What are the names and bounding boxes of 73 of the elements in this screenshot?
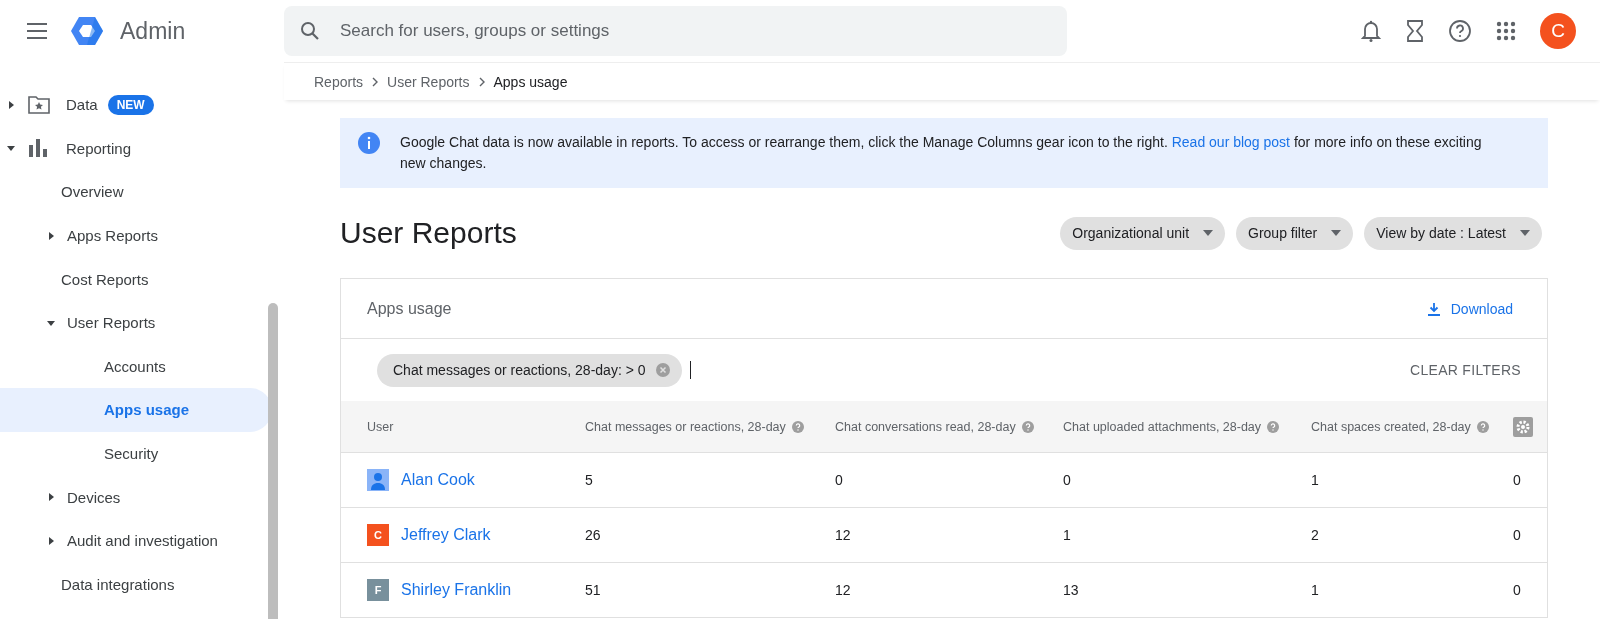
table-cell: 2 <box>1311 527 1319 543</box>
sidebar-item[interactable]: Data NEW <box>0 83 272 127</box>
folder-star-icon <box>28 95 50 114</box>
search-bar[interactable]: Search for users, groups or settings <box>284 6 1067 56</box>
banner-message: Google Chat data is now available in reports. To access or rearrange them, click the Manage Columns gear icon to the right. Read our blog post for more info on these exciting new changes. <box>400 133 1483 173</box>
search-icon <box>300 21 320 41</box>
scrollbar[interactable] <box>268 303 278 619</box>
sidebar-item[interactable]: Devices <box>0 475 272 519</box>
table-cell: 5 <box>585 472 593 488</box>
table-cell: 26 <box>585 527 601 543</box>
breadcrumb-link[interactable]: Apps usage <box>493 73 568 90</box>
column-header: Chat conversations read, 28-day <box>835 401 1063 453</box>
column-header: User <box>341 401 585 453</box>
new-badge: NEW <box>107 94 154 115</box>
column-header: Chat uploaded attachments, 28-day <box>1063 401 1311 453</box>
breadcrumb-link[interactable]: User Reports <box>387 73 470 90</box>
info-icon <box>358 132 380 154</box>
table-cell: 0 <box>1513 582 1521 598</box>
table-cell: 12 <box>835 582 851 598</box>
user-avatar: F <box>367 579 389 601</box>
download-icon <box>1426 301 1441 316</box>
sidebar-item[interactable]: Security <box>0 431 272 476</box>
sidebar-item[interactable]: Audit and investigation <box>0 518 272 563</box>
sidebar-item[interactable]: User Reports <box>0 300 272 345</box>
table-cell: 12 <box>835 527 851 543</box>
table-cell: 1 <box>1311 472 1319 488</box>
filter-dropdown[interactable]: View by date : Latest <box>1364 216 1542 250</box>
table-cell: 0 <box>1063 472 1071 488</box>
table-cell: 0 <box>1513 472 1521 488</box>
table-cell: 0 <box>835 472 843 488</box>
sidebar-item[interactable]: Apps Reports <box>0 213 272 258</box>
panel-title: Apps usage <box>367 299 452 318</box>
dropdown-arrow-icon <box>1520 230 1530 236</box>
filter-dropdown[interactable]: Group filter <box>1236 216 1354 250</box>
column-header: Chat spaces created, 28-day <box>1311 401 1513 453</box>
menu-icon <box>26 23 48 39</box>
caret-right-icon[interactable] <box>46 230 56 241</box>
caret-right-icon[interactable] <box>46 492 56 503</box>
breadcrumb-link[interactable]: Reports <box>314 73 364 90</box>
app-name: Admin <box>120 17 186 45</box>
user-link[interactable]: Jeffrey Clark <box>401 526 491 544</box>
dropdown-arrow-icon <box>1331 230 1342 236</box>
table-cell: 51 <box>585 582 601 598</box>
settings-icon[interactable] <box>1513 416 1533 437</box>
user-link[interactable]: Alan Cook <box>401 471 475 489</box>
sidebar-item[interactable]: Data integrations <box>0 562 272 607</box>
user-avatar-icon <box>367 469 389 491</box>
caret-right-icon[interactable] <box>46 535 56 546</box>
filter-dropdown[interactable]: Organizational unit <box>1060 216 1226 250</box>
user-link[interactable]: Shirley Franklin <box>401 581 512 599</box>
clear-filters-button[interactable]: CLEAR FILTERS <box>1404 361 1527 379</box>
caret-right-icon[interactable] <box>6 99 16 110</box>
table-cell: 1 <box>1311 582 1319 598</box>
table-cell: 1 <box>1063 527 1071 543</box>
sidebar-item[interactable]: Cost Reports <box>0 257 272 301</box>
sidebar-item[interactable]: Reporting <box>0 126 272 171</box>
bar-chart-icon <box>28 139 48 158</box>
filter-chip[interactable]: Chat messages or reactions, 28-day: > 0 <box>377 353 682 387</box>
table-cell: 13 <box>1063 582 1079 598</box>
chevron-right-icon <box>477 76 486 87</box>
blog-post-link[interactable]: Read our blog post <box>1171 134 1290 150</box>
hexagon-logo-icon <box>70 16 104 46</box>
column-header: Chat messages or reactions, 28-day <box>585 401 835 453</box>
page-title: User Reports <box>340 216 517 250</box>
filter-chip-label: Chat messages or reactions, 28-day: > 0 <box>393 362 646 378</box>
search-input[interactable]: Search for users, groups or settings <box>338 20 1051 42</box>
sidebar-item[interactable]: Overview <box>0 170 272 214</box>
download-button[interactable]: Download <box>1420 299 1519 318</box>
chevron-right-icon <box>371 76 380 87</box>
sidebar-item[interactable]: Accounts <box>0 344 272 389</box>
dropdown-arrow-icon <box>1203 230 1214 236</box>
table-cell: 0 <box>1513 527 1521 543</box>
user-avatar: C <box>367 524 389 546</box>
